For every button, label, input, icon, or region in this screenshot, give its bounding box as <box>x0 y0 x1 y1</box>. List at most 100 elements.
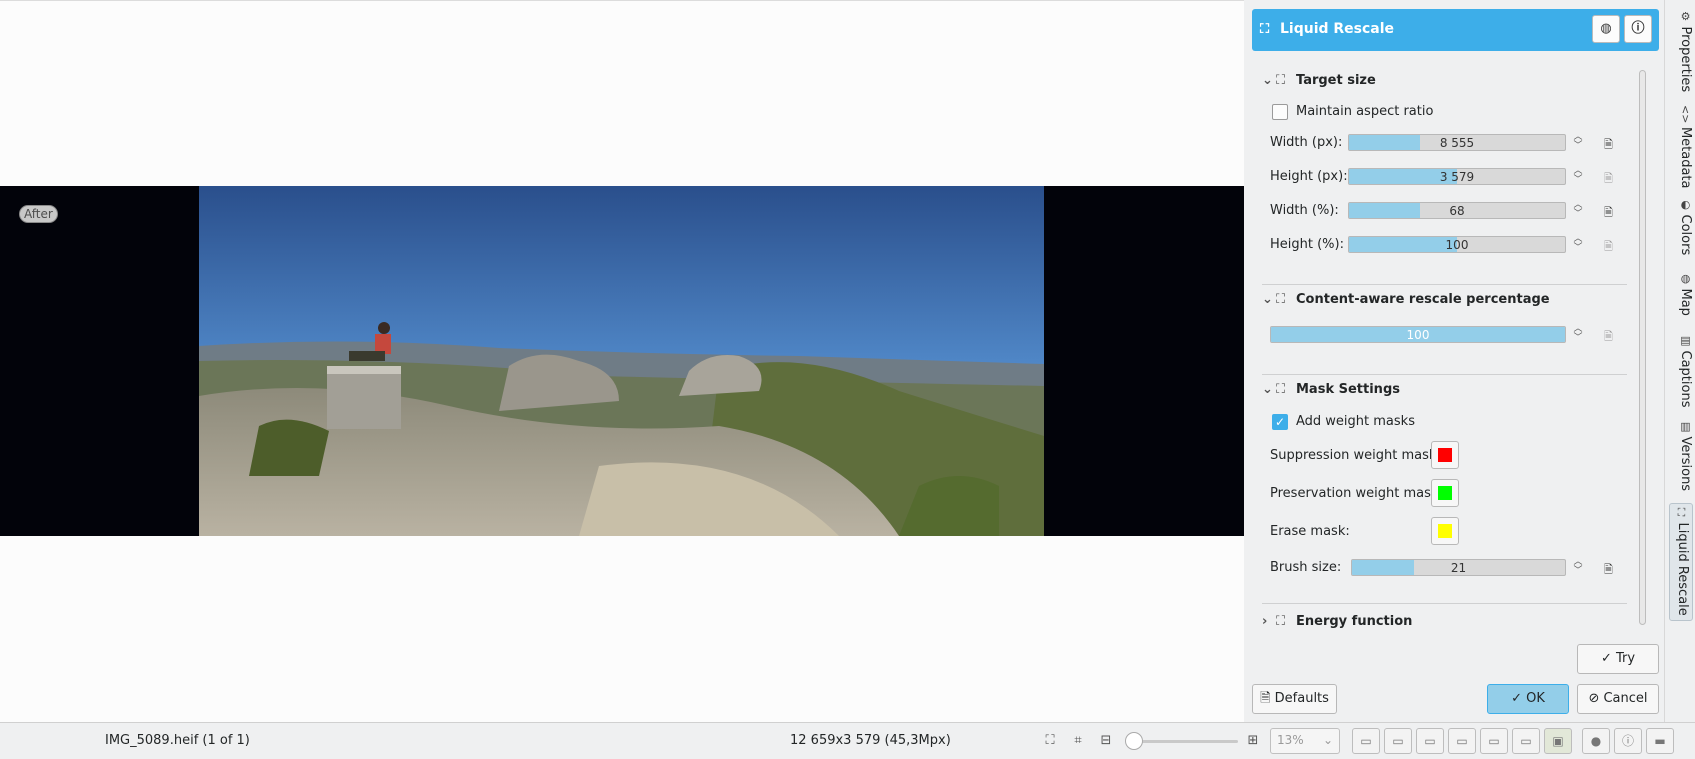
section-title: Energy function <box>1296 614 1413 629</box>
reset-icon[interactable]: 🗎 <box>1604 170 1618 185</box>
chevron-down-icon: ⌄ <box>1262 382 1273 397</box>
rescale-icon: ⛶ <box>1276 614 1286 629</box>
info-icon[interactable]: ⓘ <box>1624 15 1652 43</box>
height-px-slider[interactable]: 3 579 <box>1348 168 1566 185</box>
view-compare-icon[interactable]: ▭ <box>1480 728 1508 754</box>
zoom-slider-handle[interactable] <box>1125 732 1143 750</box>
status-filename: IMG_5089.heif (1 of 1) <box>105 733 250 748</box>
target-size-header[interactable]: ⌄ ⛶ Target size <box>1262 73 1376 88</box>
zoom-in-icon[interactable]: ⊞ <box>1245 733 1261 749</box>
tool-header: ⛶ Liquid Rescale ◍ ⓘ <box>1252 9 1659 51</box>
view-before-after-icon[interactable]: ▭ <box>1448 728 1476 754</box>
colors-icon: ◐ <box>1679 198 1692 215</box>
underexposure-icon[interactable]: ● <box>1582 728 1610 754</box>
width-px-value: 8 555 <box>1439 136 1475 150</box>
chevron-down-icon: ⌄ <box>1262 73 1273 88</box>
view-split-horizontal-icon[interactable]: ▭ <box>1416 728 1444 754</box>
ok-button[interactable]: ✓ OK <box>1487 684 1569 714</box>
properties-icon: ⚙ <box>1679 10 1692 27</box>
height-px-value: 3 579 <box>1439 170 1475 184</box>
reset-icon[interactable]: 🗎 <box>1604 561 1618 576</box>
height-pct-label: Height (%): <box>1270 237 1344 252</box>
divider <box>1262 603 1627 604</box>
erase-label: Erase mask: <box>1270 524 1350 539</box>
width-px-spinner[interactable]: ︿ ﹀ <box>1572 133 1584 151</box>
panel-scrollbar[interactable] <box>1639 70 1646 625</box>
reset-icon[interactable]: 🗎 <box>1604 204 1618 219</box>
width-px-label: Width (px): <box>1270 135 1343 150</box>
height-pct-slider[interactable]: 100 <box>1348 236 1566 253</box>
height-px-spinner[interactable]: ︿ ﹀ <box>1572 167 1584 185</box>
tab-properties[interactable]: ⚙ Properties <box>1669 10 1693 92</box>
height-pct-spinner[interactable]: ︿ ﹀ <box>1572 235 1584 253</box>
ok-label: OK <box>1526 691 1545 706</box>
reset-icon[interactable]: 🗎 <box>1604 328 1618 343</box>
cancel-label: Cancel <box>1603 691 1648 706</box>
brush-size-slider[interactable]: 21 <box>1351 559 1566 576</box>
energy-function-header[interactable]: › ⛶ Energy function <box>1262 614 1412 629</box>
brush-size-spinner[interactable]: ︿ ﹀ <box>1572 558 1584 576</box>
width-pct-label: Width (%): <box>1270 203 1339 218</box>
divider <box>1262 284 1627 285</box>
view-preview-icon[interactable]: ▭ <box>1512 728 1540 754</box>
zoom-combo[interactable]: 13% ⌄ <box>1270 728 1340 754</box>
tab-metadata[interactable]: <> Metadata <box>1669 105 1693 189</box>
section-title: Target size <box>1296 73 1376 88</box>
preview-image[interactable] <box>199 186 1044 536</box>
suppression-label: Suppression weight mask: <box>1270 448 1441 463</box>
maintain-aspect-ratio-checkbox[interactable] <box>1272 104 1288 120</box>
erase-color-button[interactable] <box>1431 517 1459 545</box>
zoom-out-icon[interactable]: ⊟ <box>1098 733 1114 749</box>
reset-icon[interactable]: 🗎 <box>1604 136 1618 151</box>
content-aware-slider[interactable]: 100 <box>1270 326 1566 343</box>
chevron-down-icon: ⌄ <box>1262 292 1273 307</box>
status-image-size: 12 659x3 579 (45,3Mpx) <box>790 733 951 748</box>
suppression-color-button[interactable] <box>1431 441 1459 469</box>
content-aware-value: 100 <box>1406 328 1430 342</box>
defaults-label: Defaults <box>1274 691 1329 706</box>
height-pct-value: 100 <box>1445 238 1469 252</box>
tool-title: Liquid Rescale <box>1280 21 1395 37</box>
width-pct-slider[interactable]: 68 <box>1348 202 1566 219</box>
reset-icon[interactable]: 🗎 <box>1604 238 1618 253</box>
content-aware-spinner[interactable]: ︿ ﹀ <box>1572 325 1584 343</box>
versions-icon: ▥ <box>1679 420 1692 437</box>
map-icon: ◍ <box>1679 272 1692 289</box>
tab-colors[interactable]: ◐ Colors <box>1669 198 1693 255</box>
content-aware-header[interactable]: ⌄ ⛶ Content-aware rescale percentage <box>1262 292 1550 307</box>
tool-panel: ⛶ Liquid Rescale ◍ ⓘ ⌄ ⛶ Target size Maint… <box>1244 0 1664 722</box>
cancel-button[interactable]: ⊘ Cancel <box>1577 684 1659 714</box>
height-px-label: Height (px): <box>1270 169 1348 184</box>
defaults-button[interactable]: 🗎 Defaults <box>1252 684 1337 714</box>
tab-map[interactable]: ◍ Map <box>1669 272 1693 316</box>
mask-settings-header[interactable]: ⌄ ⛶ Mask Settings <box>1262 382 1400 397</box>
globe-icon[interactable]: ◍ <box>1592 15 1620 43</box>
add-weight-masks-checkbox[interactable]: ✓ <box>1272 414 1288 430</box>
view-split-vertical-icon[interactable]: ▭ <box>1384 728 1412 754</box>
try-button[interactable]: ✓ Try <box>1577 644 1659 674</box>
brush-size-label: Brush size: <box>1270 560 1342 575</box>
maintain-aspect-ratio-label: Maintain aspect ratio <box>1296 104 1434 119</box>
tab-captions[interactable]: ▤ Captions <box>1669 334 1693 407</box>
rescale-icon: ⛶ <box>1260 22 1270 37</box>
overexposure-icon[interactable]: ⓘ <box>1614 728 1642 754</box>
chevron-right-icon: › <box>1262 614 1268 629</box>
tab-liquid-rescale[interactable]: ⛶ Liquid Rescale <box>1669 503 1693 621</box>
zoom-original-icon[interactable]: ⌗ <box>1070 733 1086 749</box>
width-pct-spinner[interactable]: ︿ ﹀ <box>1572 201 1584 219</box>
rescale-icon: ⛶ <box>1276 73 1286 88</box>
tab-versions[interactable]: ▥ Versions <box>1669 420 1693 491</box>
preservation-color-button[interactable] <box>1431 479 1459 507</box>
section-title: Mask Settings <box>1296 382 1400 397</box>
color-management-icon[interactable]: ▬ <box>1646 728 1674 754</box>
rescale-icon: ⛶ <box>1276 382 1286 397</box>
chevron-down-icon: ⌄ <box>1322 733 1333 747</box>
rescale-icon: ⛶ <box>1276 292 1286 307</box>
zoom-fit-icon[interactable]: ⛶ <box>1042 733 1058 749</box>
preservation-label: Preservation weight mask: <box>1270 486 1443 501</box>
section-title: Content-aware rescale percentage <box>1296 292 1550 307</box>
width-px-slider[interactable]: 8 555 <box>1348 134 1566 151</box>
brush-size-value: 21 <box>1450 561 1467 575</box>
view-target-icon[interactable]: ▣ <box>1544 728 1572 754</box>
view-original-icon[interactable]: ▭ <box>1352 728 1380 754</box>
